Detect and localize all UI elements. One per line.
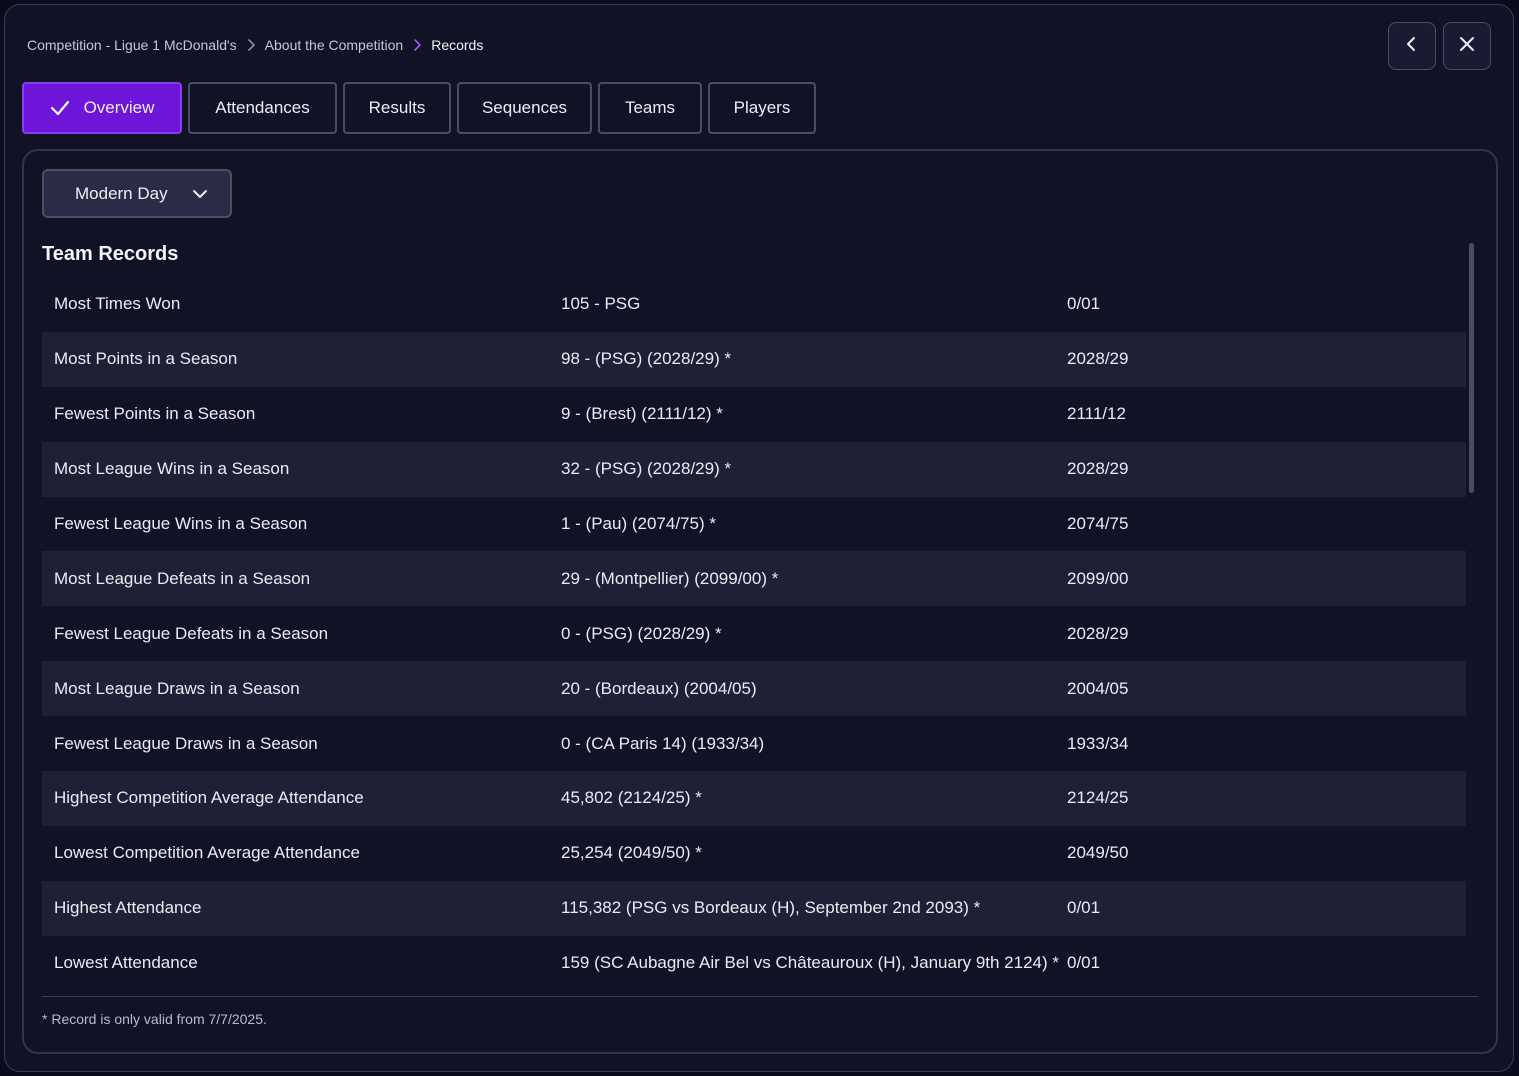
record-season: 1933/34	[1067, 733, 1129, 753]
tab-sequences[interactable]: Sequences	[457, 82, 592, 134]
record-season: 2028/29	[1067, 459, 1129, 479]
table-row[interactable]: Highest Attendance 115,382 (PSG vs Bordea…	[42, 880, 1466, 936]
record-season: 0/01	[1067, 898, 1101, 918]
close-button[interactable]	[1443, 22, 1491, 70]
table-row[interactable]: Most League Wins in a Season 32 - (PSG) (…	[42, 441, 1466, 497]
breadcrumb-about[interactable]: About the Competition	[265, 37, 404, 53]
record-value: 105 - PSG	[561, 294, 641, 314]
record-season: 0/01	[1067, 953, 1101, 973]
scrollbar[interactable]	[1469, 243, 1474, 493]
record-label: Lowest Attendance	[54, 953, 198, 973]
table-row[interactable]: Fewest League Wins in a Season 1 - (Pau) …	[42, 497, 1466, 552]
record-value: 0 - (CA Paris 14) (1933/34)	[561, 733, 765, 753]
record-label: Fewest Points in a Season	[54, 404, 256, 424]
tab-teams[interactable]: Teams	[598, 82, 702, 134]
table-row[interactable]: Lowest Competition Average Attendance 25,…	[42, 826, 1466, 881]
section-title: Team Records	[42, 243, 179, 265]
records-table: Most Times Won 105 - PSG 0/01 Most Points i…	[42, 277, 1466, 991]
table-row[interactable]: Fewest League Draws in a Season 0 - (CA P…	[42, 716, 1466, 771]
record-label: Most Points in a Season	[54, 349, 238, 369]
record-value: 98 - (PSG) (2028/29) *	[561, 349, 732, 369]
table-row[interactable]: Most Times Won 105 - PSG 0/01	[42, 277, 1466, 332]
record-value: 0 - (PSG) (2028/29) *	[561, 623, 722, 643]
tab-results-label: Results	[368, 98, 426, 117]
record-season: 2099/00	[1067, 568, 1129, 588]
record-season: 2028/29	[1067, 623, 1129, 643]
divider	[42, 996, 1478, 997]
record-label: Most Times Won	[54, 294, 181, 314]
records-panel: Modern Day Team Records Most Times Won 10…	[22, 149, 1498, 1054]
record-season: 2049/50	[1067, 843, 1129, 863]
record-label: Most League Wins in a Season	[54, 459, 290, 479]
close-icon	[1458, 35, 1476, 58]
record-value: 115,382 (PSG vs Bordeaux (H), September …	[561, 898, 981, 918]
record-value: 9 - (Brest) (2111/12) *	[561, 404, 723, 424]
record-season: 2111/12	[1067, 404, 1126, 424]
tab-players-label: Players	[733, 98, 791, 117]
record-label: Fewest League Draws in a Season	[54, 733, 318, 753]
period-dropdown[interactable]: Modern Day	[42, 169, 232, 218]
breadcrumb-competition[interactable]: Competition - Ligue 1 McDonald's	[27, 37, 237, 53]
table-row[interactable]: Lowest Attendance 159 (SC Aubagne Air Bel…	[42, 936, 1466, 991]
tab-sequences-label: Sequences	[481, 98, 568, 117]
record-value: 159 (SC Aubagne Air Bel vs Châteauroux (…	[561, 953, 1060, 973]
record-season: 2028/29	[1067, 349, 1129, 369]
breadcrumb: Competition - Ligue 1 McDonald's About t…	[27, 35, 483, 55]
table-row[interactable]: Fewest League Defeats in a Season 0 - (PS…	[42, 606, 1466, 661]
record-label: Highest Attendance	[54, 898, 202, 918]
tab-overview[interactable]: Overview	[22, 82, 182, 134]
record-value: 20 - (Bordeaux) (2004/05)	[561, 678, 757, 698]
record-value: 29 - (Montpellier) (2099/00) *	[561, 568, 779, 588]
footnote: * Record is only valid from 7/7/2025.	[42, 1011, 267, 1027]
record-season: 2074/75	[1067, 514, 1129, 533]
period-dropdown-value: Modern Day	[75, 183, 168, 203]
record-label: Highest Competition Average Attendance	[54, 788, 364, 808]
record-season: 0/01	[1067, 294, 1101, 314]
record-value: 25,254 (2049/50) *	[561, 843, 702, 863]
table-row[interactable]: Highest Competition Average Attendance 45…	[42, 771, 1466, 826]
table-row[interactable]: Fewest Points in a Season 9 - (Brest) (21…	[42, 387, 1466, 442]
table-row[interactable]: Most League Defeats in a Season 29 - (Mon…	[42, 551, 1466, 607]
chevron-right-icon	[243, 37, 259, 53]
record-label: Fewest League Wins in a Season	[54, 514, 308, 533]
back-button[interactable]	[1388, 22, 1436, 70]
tab-teams-label: Teams	[624, 98, 676, 117]
record-value: 1 - (Pau) (2074/75) *	[561, 514, 716, 533]
check-icon	[50, 100, 70, 116]
record-season: 2004/05	[1067, 678, 1129, 698]
record-season: 2124/25	[1067, 788, 1129, 808]
chevron-left-icon	[1403, 35, 1421, 58]
record-label: Most League Defeats in a Season	[54, 568, 311, 588]
tab-bar: Overview Attendances Results Sequences T…	[22, 82, 822, 134]
record-value: 45,802 (2124/25) *	[561, 788, 702, 808]
tab-attendances[interactable]: Attendances	[188, 82, 337, 134]
tab-players[interactable]: Players	[708, 82, 816, 134]
breadcrumb-records: Records	[431, 37, 484, 53]
tab-attendances-label: Attendances	[215, 98, 310, 117]
tab-overview-label: Overview	[83, 98, 155, 117]
chevron-down-icon	[192, 186, 208, 207]
tab-results[interactable]: Results	[343, 82, 451, 134]
table-row[interactable]: Most League Draws in a Season 20 - (Borde…	[42, 661, 1466, 717]
record-label: Most League Draws in a Season	[54, 678, 300, 698]
records-window: Competition - Ligue 1 McDonald's About t…	[4, 4, 1514, 1072]
table-row[interactable]: Most Points in a Season 98 - (PSG) (2028/…	[42, 331, 1466, 387]
chevron-right-icon	[409, 37, 425, 53]
record-label: Fewest League Defeats in a Season	[54, 623, 329, 643]
record-value: 32 - (PSG) (2028/29) *	[561, 459, 732, 479]
record-label: Lowest Competition Average Attendance	[54, 843, 360, 863]
